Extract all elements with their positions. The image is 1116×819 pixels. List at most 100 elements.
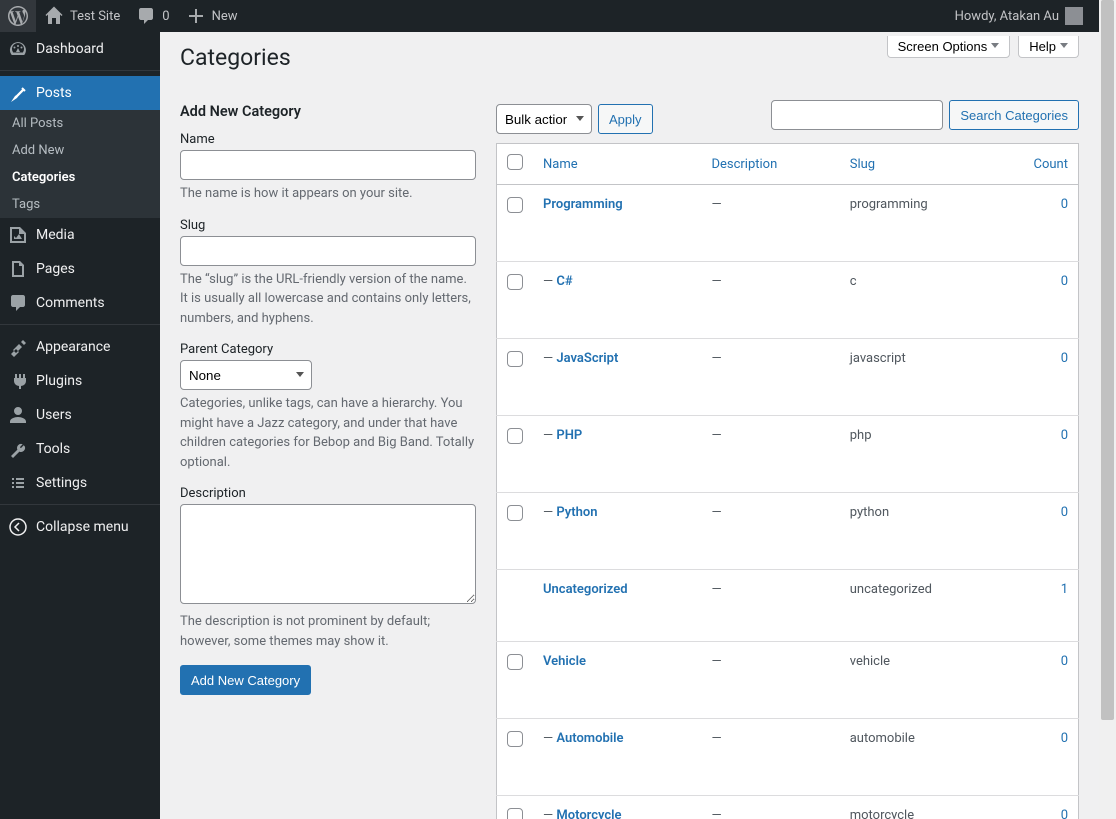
main-content: Screen Options Help Categories Search Ca… bbox=[160, 32, 1099, 819]
category-description: — bbox=[701, 719, 839, 796]
scrollbar-thumb[interactable] bbox=[1101, 0, 1114, 720]
row-checkbox[interactable] bbox=[507, 428, 523, 444]
row-checkbox[interactable] bbox=[507, 654, 523, 670]
select-all-checkbox[interactable] bbox=[507, 154, 523, 170]
name-input[interactable] bbox=[180, 150, 476, 180]
bulk-action-select[interactable]: Bulk actions bbox=[496, 104, 592, 134]
indent-marker: — bbox=[543, 731, 556, 746]
sidebar-item-settings[interactable]: Settings bbox=[0, 466, 160, 500]
pin-icon bbox=[8, 83, 28, 103]
category-name-link[interactable]: Motorcycle bbox=[556, 808, 621, 819]
sidebar-subitem-add-new[interactable]: Add New bbox=[0, 137, 160, 164]
sidebar-item-collapse[interactable]: Collapse menu bbox=[0, 510, 160, 544]
category-count-link[interactable]: 0 bbox=[1061, 197, 1068, 212]
category-description: — bbox=[701, 185, 839, 262]
category-name-link[interactable]: C# bbox=[556, 274, 572, 289]
category-count-link[interactable]: 0 bbox=[1061, 505, 1068, 520]
slug-help: The “slug” is the URL-friendly version o… bbox=[180, 270, 476, 329]
sidebar-item-users[interactable]: Users bbox=[0, 398, 160, 432]
category-count-link[interactable]: 0 bbox=[1061, 731, 1068, 746]
category-slug: javascript bbox=[840, 339, 1005, 416]
admin-sidebar: Dashboard Posts All Posts Add New Catego… bbox=[0, 32, 160, 819]
category-name-link[interactable]: JavaScript bbox=[556, 351, 618, 366]
category-count-link[interactable]: 0 bbox=[1061, 654, 1068, 669]
sidebar-separator bbox=[0, 66, 160, 71]
form-heading: Add New Category bbox=[180, 103, 476, 120]
row-checkbox[interactable] bbox=[507, 731, 523, 747]
sidebar-item-media[interactable]: Media bbox=[0, 218, 160, 252]
category-count-link[interactable]: 0 bbox=[1061, 351, 1068, 366]
new-content-link[interactable]: New bbox=[178, 0, 246, 32]
category-count-link[interactable]: 0 bbox=[1061, 808, 1068, 819]
row-checkbox[interactable] bbox=[507, 808, 523, 819]
category-description: — bbox=[701, 570, 839, 642]
column-header-description[interactable]: Description bbox=[711, 157, 777, 172]
category-description: — bbox=[701, 339, 839, 416]
description-label: Description bbox=[180, 486, 476, 501]
category-slug: vehicle bbox=[840, 642, 1005, 719]
sidebar-subitem-categories[interactable]: Categories bbox=[0, 164, 160, 191]
category-description: — bbox=[701, 416, 839, 493]
category-count-link[interactable]: 0 bbox=[1061, 274, 1068, 289]
name-label: Name bbox=[180, 132, 476, 147]
plus-icon bbox=[186, 6, 206, 26]
wp-logo-icon[interactable] bbox=[0, 0, 36, 32]
window-scrollbar[interactable] bbox=[1099, 0, 1116, 819]
description-textarea[interactable] bbox=[180, 504, 476, 604]
category-slug: php bbox=[840, 416, 1005, 493]
category-name-link[interactable]: Uncategorized bbox=[543, 582, 628, 597]
comment-icon bbox=[136, 6, 156, 26]
category-slug: c bbox=[840, 262, 1005, 339]
category-name-link[interactable]: Python bbox=[556, 505, 597, 520]
row-checkbox[interactable] bbox=[507, 274, 523, 290]
apply-button[interactable]: Apply bbox=[598, 104, 653, 134]
category-name-link[interactable]: Automobile bbox=[556, 731, 623, 746]
appearance-icon bbox=[8, 337, 28, 357]
home-icon bbox=[44, 6, 64, 26]
parent-help: Categories, unlike tags, can have a hier… bbox=[180, 394, 476, 472]
column-header-slug[interactable]: Slug bbox=[850, 157, 875, 172]
row-checkbox[interactable] bbox=[507, 505, 523, 521]
settings-icon bbox=[8, 473, 28, 493]
users-icon bbox=[8, 405, 28, 425]
sidebar-item-dashboard[interactable]: Dashboard bbox=[0, 32, 160, 66]
category-name-link[interactable]: PHP bbox=[556, 428, 582, 443]
column-header-count[interactable]: Count bbox=[1034, 157, 1068, 172]
category-name-link[interactable]: Vehicle bbox=[543, 654, 586, 669]
category-name-link[interactable]: Programming bbox=[543, 197, 623, 212]
table-row: — C#—c0 bbox=[497, 262, 1079, 339]
category-slug: automobile bbox=[840, 719, 1005, 796]
row-checkbox[interactable] bbox=[507, 351, 523, 367]
sidebar-item-posts[interactable]: Posts bbox=[0, 76, 160, 110]
sidebar-item-tools[interactable]: Tools bbox=[0, 432, 160, 466]
table-row: — Motorcycle—motorcycle0 bbox=[497, 796, 1079, 819]
sidebar-item-comments[interactable]: Comments bbox=[0, 286, 160, 320]
sidebar-item-plugins[interactable]: Plugins bbox=[0, 364, 160, 398]
parent-category-select[interactable]: None bbox=[180, 360, 312, 390]
parent-label: Parent Category bbox=[180, 342, 476, 357]
user-account-link[interactable]: Howdy, Atakan Au bbox=[947, 0, 1091, 32]
add-new-category-button[interactable]: Add New Category bbox=[180, 665, 311, 695]
category-count-link[interactable]: 0 bbox=[1061, 428, 1068, 443]
slug-input[interactable] bbox=[180, 236, 476, 266]
indent-marker: — bbox=[543, 505, 556, 520]
category-count-link[interactable]: 1 bbox=[1061, 582, 1068, 597]
sidebar-item-pages[interactable]: Pages bbox=[0, 252, 160, 286]
search-categories-button[interactable]: Search Categories bbox=[949, 100, 1079, 130]
screen-options-button[interactable]: Screen Options bbox=[887, 36, 1011, 58]
help-button[interactable]: Help bbox=[1018, 36, 1079, 58]
sidebar-separator bbox=[0, 500, 160, 505]
sidebar-item-appearance[interactable]: Appearance bbox=[0, 330, 160, 364]
sidebar-subitem-tags[interactable]: Tags bbox=[0, 191, 160, 218]
row-checkbox[interactable] bbox=[507, 197, 523, 213]
column-header-name[interactable]: Name bbox=[543, 157, 578, 172]
tools-icon bbox=[8, 439, 28, 459]
comments-link[interactable]: 0 bbox=[128, 0, 177, 32]
name-help: The name is how it appears on your site. bbox=[180, 184, 476, 204]
site-name-link[interactable]: Test Site bbox=[36, 0, 128, 32]
sidebar-subitem-all-posts[interactable]: All Posts bbox=[0, 110, 160, 137]
avatar bbox=[1065, 7, 1083, 25]
category-slug: motorcycle bbox=[840, 796, 1005, 819]
search-input[interactable] bbox=[771, 100, 943, 130]
posts-submenu: All Posts Add New Categories Tags bbox=[0, 110, 160, 218]
